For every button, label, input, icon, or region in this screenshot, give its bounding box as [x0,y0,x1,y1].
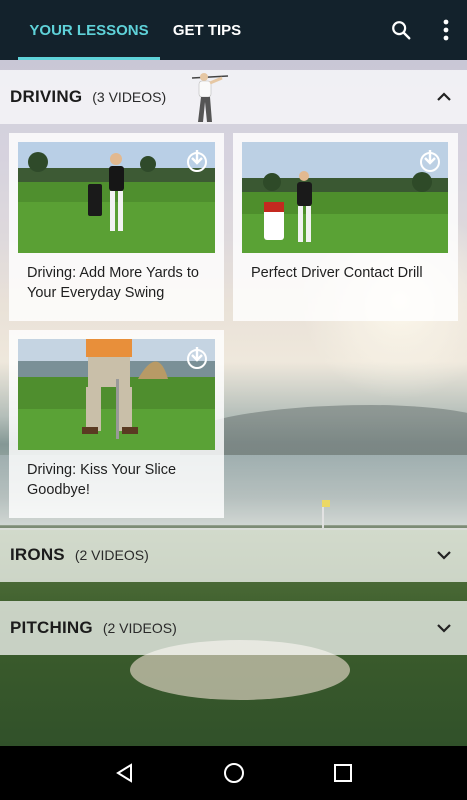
video-thumbnail [18,339,215,450]
section-title: PITCHING [10,618,93,637]
system-nav-bar [0,746,467,800]
video-card[interactable]: Perfect Driver Contact Drill [233,133,458,321]
chevron-up-icon[interactable] [435,88,453,106]
overflow-menu-button[interactable] [425,0,467,60]
app-bar: YOUR LESSONS GET TIPS [0,0,467,60]
section-header-irons[interactable]: IRONS (2 VIDEOS) [0,528,467,582]
section-count: (2 VIDEOS) [74,547,149,563]
chevron-down-icon[interactable] [435,619,453,637]
video-card[interactable]: Driving: Add More Yards to Your Everyday… [9,133,224,321]
video-title: Perfect Driver Contact Drill [251,265,423,281]
golfer-figure-icon [191,73,229,122]
download-icon[interactable] [418,148,442,172]
video-thumbnail [18,142,215,253]
section-header-driving[interactable]: DRIVING (3 VIDEOS) [0,70,467,124]
section-header-pitching[interactable]: PITCHING (2 VIDEOS) [0,601,467,655]
chevron-down-icon[interactable] [435,546,453,564]
tab-get-tips[interactable]: GET TIPS [160,0,254,60]
home-button[interactable] [214,753,254,793]
download-icon[interactable] [185,345,209,369]
section-count: (2 VIDEOS) [102,620,177,636]
download-icon[interactable] [185,148,209,172]
app-bar-spacer [254,0,377,60]
section-title: IRONS [10,545,65,564]
recents-button[interactable] [323,753,363,793]
video-title: Driving: Kiss Your Slice Goodbye! [27,462,177,498]
search-icon [392,21,411,40]
search-button[interactable] [377,0,425,60]
video-thumbnail [242,142,448,253]
video-title: Driving: Add More Yards to Your Everyday… [27,265,199,301]
back-button[interactable] [105,753,145,793]
back-triangle-icon [115,763,132,783]
driving-videos-panel: Driving: Add More Yards to Your Everyday… [0,124,467,526]
section-title: DRIVING [10,87,83,106]
more-vert-icon [443,19,449,41]
section-count: (3 VIDEOS) [92,89,167,105]
home-circle-icon [223,763,244,783]
tab-your-lessons[interactable]: YOUR LESSONS [18,0,160,60]
video-card[interactable]: Driving: Kiss Your Slice Goodbye! [9,330,224,518]
recents-square-icon [333,764,352,782]
